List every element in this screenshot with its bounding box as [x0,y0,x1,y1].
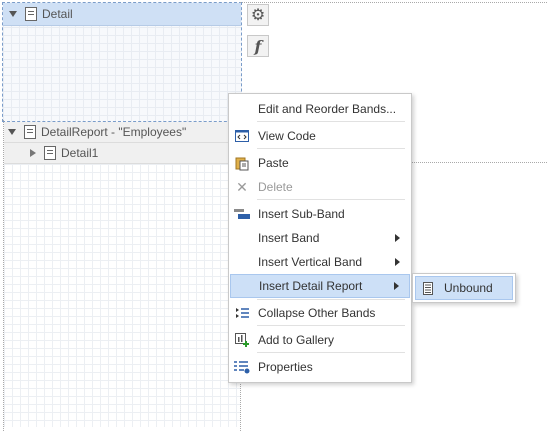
page-guide-top [240,2,547,3]
collapse-arrow-icon[interactable] [9,11,17,17]
detail-band[interactable]: Detail [2,2,242,122]
document-icon [420,280,436,296]
menu-separator [257,325,405,326]
detail1-band-header[interactable]: Detail1 [4,143,240,164]
delete-icon: ✕ [236,178,248,195]
band-icon [44,146,56,160]
gear-icon: ⚙ [250,7,266,24]
properties-icon [234,359,250,375]
design-grid[interactable] [4,164,240,427]
menu-separator [257,148,405,149]
menu-item-edit-reorder-bands[interactable]: Edit and Reorder Bands... [230,97,410,121]
context-menu: Edit and Reorder Bands... View Code Past… [228,93,412,383]
band-icon [25,7,37,21]
detail-band-header[interactable]: Detail [3,3,241,26]
menu-item-insert-vertical-band[interactable]: Insert Vertical Band [230,250,410,274]
menu-item-properties[interactable]: Properties [230,355,410,379]
band-icon [24,125,36,139]
menu-item-collapse-other-bands[interactable]: Collapse Other Bands [230,301,410,325]
menu-separator [257,299,405,300]
menu-item-paste[interactable]: Paste [230,151,410,175]
detail1-band-label: Detail1 [61,146,99,160]
smart-tag-button[interactable]: ⚙ [247,4,269,26]
detail-report-submenu: Unbound [412,273,516,303]
submenu-arrow-icon [395,258,400,266]
page-guide-mid [412,162,547,163]
menu-item-unbound[interactable]: Unbound [415,276,513,300]
menu-item-add-to-gallery[interactable]: Add to Gallery [230,328,410,352]
detail-report-band-label: DetailReport - "Employees" [41,125,187,139]
expand-arrow-icon[interactable] [30,149,36,157]
detail-band-label: Detail [42,7,73,21]
collapse-icon [234,305,250,321]
sub-band-icon [234,206,250,222]
collapse-arrow-icon[interactable] [8,129,16,135]
menu-separator [257,199,405,200]
paste-icon [234,155,250,171]
menu-item-insert-band[interactable]: Insert Band [230,226,410,250]
menu-item-insert-sub-band[interactable]: Insert Sub-Band [230,202,410,226]
menu-item-delete[interactable]: ✕ Delete [230,175,410,199]
function-icon: f [254,36,262,56]
expression-button[interactable]: f [247,35,269,57]
code-icon [234,128,250,144]
gallery-icon [234,332,250,348]
menu-separator [257,121,405,122]
submenu-arrow-icon [394,282,399,290]
menu-item-insert-detail-report[interactable]: Insert Detail Report [230,274,410,298]
detail-report-band-header[interactable]: DetailReport - "Employees" [4,122,240,143]
submenu-arrow-icon [395,234,400,242]
menu-separator [257,352,405,353]
menu-item-view-code[interactable]: View Code [230,124,410,148]
